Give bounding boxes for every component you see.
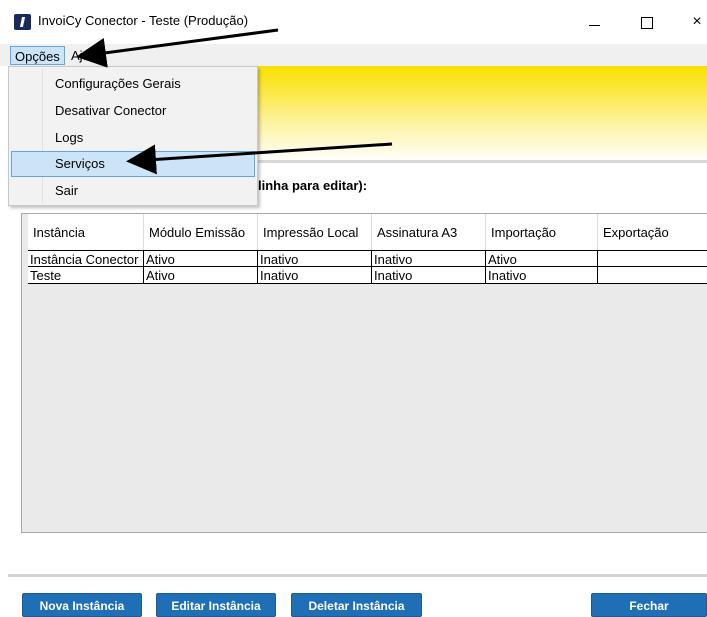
menu-ajuda[interactable]: Ajuda bbox=[67, 46, 108, 65]
menu-bar: Opções Ajuda bbox=[0, 44, 707, 66]
table-row[interactable]: Teste Ativo Inativo Inativo Inativo bbox=[28, 267, 707, 284]
menu-item-sair[interactable]: Sair bbox=[11, 178, 255, 204]
table-cell: Ativo bbox=[486, 251, 598, 266]
table-cell: Inativo bbox=[372, 267, 486, 283]
table-cell: Inativo bbox=[258, 251, 372, 266]
table-cell: Teste bbox=[28, 267, 144, 283]
column-header-modulo[interactable]: Módulo Emissão bbox=[144, 214, 258, 250]
table-cell: Ativo bbox=[144, 267, 258, 283]
table-cell: Inativo bbox=[486, 267, 598, 283]
opcoes-dropdown-menu: Configurações Gerais Desativar Conector … bbox=[8, 66, 258, 206]
column-header-impressao[interactable]: Impressão Local bbox=[258, 214, 372, 250]
nova-instancia-button[interactable]: Nova Instância bbox=[22, 593, 142, 617]
column-header-instancia[interactable]: Instância bbox=[28, 214, 144, 250]
menu-item-desativar-conector[interactable]: Desativar Conector bbox=[11, 98, 255, 124]
menu-item-servicos[interactable]: Serviços bbox=[11, 151, 255, 177]
banner-divider bbox=[258, 160, 707, 163]
menu-opcoes[interactable]: Opções bbox=[10, 46, 65, 65]
maximize-icon[interactable] bbox=[632, 10, 662, 34]
grid-header: Instância Módulo Emissão Impressão Local… bbox=[28, 214, 707, 250]
editar-instancia-button[interactable]: Editar Instância bbox=[156, 593, 276, 617]
title-bar: InvoiCy Conector - Teste (Produção) × bbox=[0, 0, 707, 44]
table-cell: Ativo bbox=[144, 251, 258, 266]
menu-item-logs[interactable]: Logs bbox=[11, 125, 255, 151]
bottom-separator bbox=[8, 574, 707, 577]
deletar-instancia-button[interactable]: Deletar Instância bbox=[291, 593, 422, 617]
minimize-icon[interactable] bbox=[580, 10, 610, 34]
column-header-assinatura[interactable]: Assinatura A3 bbox=[372, 214, 486, 250]
window-title: InvoiCy Conector - Teste (Produção) bbox=[38, 13, 249, 28]
header-banner bbox=[258, 66, 707, 162]
table-cell bbox=[598, 251, 707, 266]
app-icon bbox=[14, 14, 31, 30]
table-cell: Inativo bbox=[372, 251, 486, 266]
instruction-label: linha para editar): bbox=[258, 178, 368, 193]
table-cell: Inativo bbox=[258, 267, 372, 283]
column-header-exportacao[interactable]: Exportação bbox=[598, 214, 707, 250]
table-cell: Instância Conector bbox=[28, 251, 144, 266]
fechar-button[interactable]: Fechar bbox=[591, 593, 707, 617]
column-header-importacao[interactable]: Importação bbox=[486, 214, 598, 250]
table-row[interactable]: Instância Conector Ativo Inativo Inativo… bbox=[28, 250, 707, 267]
instances-grid[interactable]: Instância Módulo Emissão Impressão Local… bbox=[21, 213, 707, 533]
menu-item-configuracoes-gerais[interactable]: Configurações Gerais bbox=[11, 71, 255, 97]
table-cell bbox=[598, 267, 707, 283]
close-icon[interactable]: × bbox=[682, 10, 707, 34]
